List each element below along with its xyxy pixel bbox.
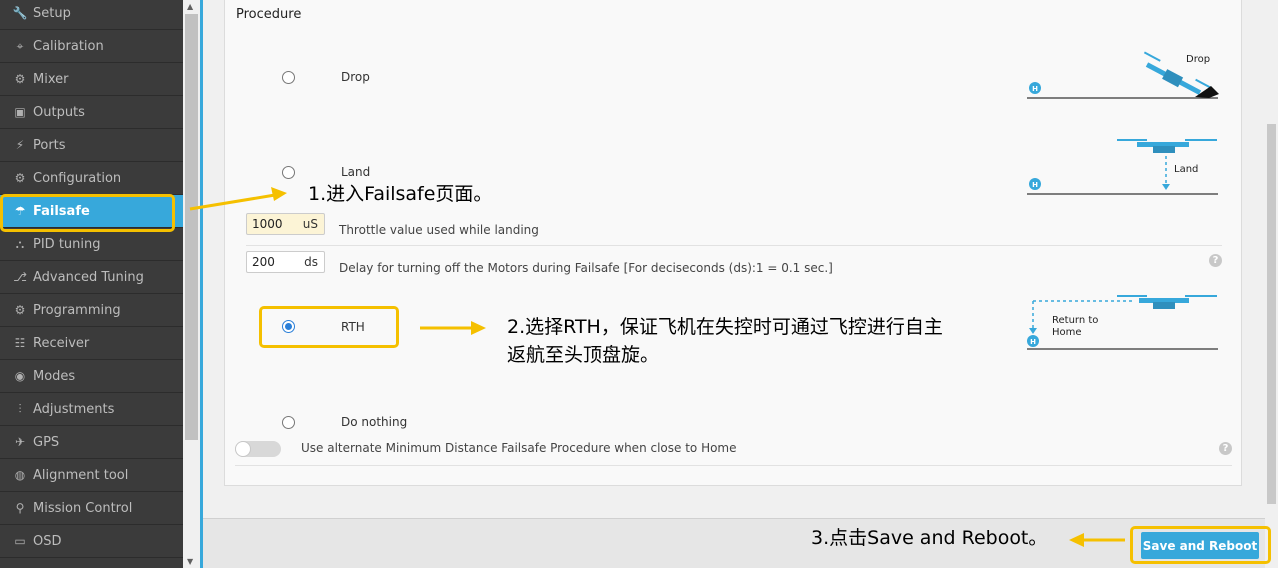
annotation-step3: 3.点击Save and Reboot。: [811, 527, 1048, 549]
sidebar-item-modes[interactable]: ◉ Modes: [0, 360, 183, 393]
sidebar-item-label: Mission Control: [33, 500, 133, 516]
delay-value[interactable]: 200: [247, 255, 298, 269]
outputs-icon: ▣: [14, 105, 26, 119]
sliders-icon: ⫶: [18, 401, 22, 416]
sidebar-item-label: OSD: [33, 533, 62, 549]
drop-illustration: H Drop: [1027, 51, 1219, 99]
annotation-step2-line2: 返航至头顶盘旋。: [507, 344, 660, 366]
delay-value-field[interactable]: 200 ds: [246, 251, 325, 273]
annotation-step2-line1: 2.选择RTH，保证飞机在失控时可通过飞控进行自主: [507, 316, 943, 338]
sidebar-item-gps[interactable]: ✈ GPS: [0, 426, 183, 459]
sidebar-item-pid-tuning[interactable]: ⛬ PID tuning: [0, 228, 183, 261]
sidebar-item-mission-control[interactable]: ⚲ Mission Control: [0, 492, 183, 525]
sidebar-item-label: Adjustments: [33, 401, 115, 417]
satellite-icon: ✈: [14, 435, 26, 449]
sidebar-item-label: Advanced Tuning: [33, 269, 144, 285]
svg-text:H: H: [1032, 85, 1038, 93]
sidebar-item-osd[interactable]: ▭ OSD: [0, 525, 183, 558]
min-distance-label: Use alternate Minimum Distance Failsafe …: [301, 441, 737, 455]
alignment-icon: ◍: [14, 468, 26, 482]
svg-text:H: H: [1032, 181, 1038, 189]
svg-text:Return to: Return to: [1052, 315, 1098, 326]
scroll-up-arrow-icon[interactable]: ▲: [187, 2, 193, 11]
divider: [235, 465, 1232, 466]
annotation-highlight-rth: [259, 306, 399, 348]
svg-text:Land: Land: [1174, 164, 1198, 175]
modes-icon: ◉: [14, 369, 26, 383]
annotation-step1: 1.进入Failsafe页面。: [308, 183, 493, 205]
sidebar-item-label: Outputs: [33, 104, 85, 120]
gear-icon: ⚙: [14, 303, 26, 317]
wrench-icon: 🔧: [12, 6, 28, 20]
throttle-unit: uS: [302, 217, 318, 231]
sidebar-item-advanced-tuning[interactable]: ⎇ Advanced Tuning: [0, 261, 183, 294]
toggle-knob[interactable]: [235, 441, 251, 457]
help-icon[interactable]: ?: [1209, 254, 1222, 267]
sidebar-item-outputs[interactable]: ▣ Outputs: [0, 96, 183, 129]
toolbar-bottom: [203, 518, 1265, 568]
land-illustration: H Land: [1027, 139, 1218, 195]
sidebar-item-label: Ports: [33, 137, 66, 153]
sidebar-item-setup[interactable]: 🔧 Setup: [0, 0, 183, 30]
plug-icon: ⚡: [15, 138, 25, 152]
procedure-land-label: Land: [341, 165, 371, 179]
sidebar-item-label: GPS: [33, 434, 60, 450]
sidebar-item-label: Configuration: [33, 170, 122, 186]
sidebar-item-calibration[interactable]: ⌖ Calibration: [0, 30, 183, 63]
procedure-do-nothing-radio[interactable]: [282, 416, 295, 429]
svg-text:Home: Home: [1052, 327, 1082, 338]
svg-text:Drop: Drop: [1186, 54, 1210, 65]
sidebar-item-receiver[interactable]: ☷ Receiver: [0, 327, 183, 360]
main-scrollbar[interactable]: [1265, 0, 1278, 568]
sidebar-item-ports[interactable]: ⚡ Ports: [0, 129, 183, 162]
advanced-tuning-icon: ⎇: [13, 270, 27, 284]
sidebar-item-label: Calibration: [33, 38, 104, 54]
help-icon[interactable]: ?: [1219, 442, 1232, 455]
sidebar-item-label: Modes: [33, 368, 76, 384]
annotation-highlight-save: [1130, 526, 1271, 564]
main-scroll-thumb[interactable]: [1267, 124, 1276, 504]
annotation-highlight-failsafe: [0, 194, 175, 232]
svg-text:H: H: [1030, 338, 1036, 346]
sidebar-item-label: Mixer: [33, 71, 69, 87]
divider: [246, 245, 1222, 246]
map-pin-icon: ⚲: [15, 501, 25, 515]
sidebar-item-label: PID tuning: [33, 236, 101, 252]
procedure-land-radio[interactable]: [282, 166, 295, 179]
sidebar-scroll-thumb[interactable]: [185, 14, 198, 440]
min-distance-toggle[interactable]: [235, 441, 281, 457]
delay-unit: ds: [304, 255, 318, 269]
throttle-value[interactable]: 1000: [247, 217, 297, 231]
sidebar-item-adjustments[interactable]: ⫶ Adjustments: [0, 393, 183, 426]
sidebar-item-label: Alignment tool: [33, 467, 129, 483]
scroll-down-arrow-icon[interactable]: ▼: [187, 557, 193, 566]
sidebar-nav: 🔧 Setup ⌖ Calibration ⚙ Mixer ▣ Outputs ⚡ Por…: [0, 0, 183, 568]
procedure-title: Procedure: [236, 7, 302, 22]
pid-icon: ⛬: [15, 236, 25, 251]
procedure-drop-radio[interactable]: [282, 71, 295, 84]
delay-description: Delay for turning off the Motors during …: [339, 261, 833, 275]
throttle-value-field[interactable]: 1000 uS: [246, 213, 325, 235]
sidebar-item-configuration[interactable]: ⚙ Configuration: [0, 162, 183, 195]
crosshair-icon: ⌖: [16, 38, 24, 53]
sidebar-item-alignment-tool[interactable]: ◍ Alignment tool: [0, 459, 183, 492]
failsafe-content: Procedure Drop H Drop Land H Land 1000 u…: [203, 0, 1265, 568]
rth-illustration: H Return to Home: [1027, 295, 1218, 350]
gear-icon: ⚙: [14, 171, 26, 185]
throttle-description: Throttle value used while landing: [339, 223, 539, 237]
sidebar-scrollbar[interactable]: ▲ ▼: [183, 0, 200, 568]
sidebar-item-label: Setup: [33, 5, 71, 21]
receiver-icon: ☷: [14, 336, 26, 350]
sidebar-item-programming[interactable]: ⚙ Programming: [0, 294, 183, 327]
sidebar-item-label: Receiver: [33, 335, 90, 351]
sidebar-item-mixer[interactable]: ⚙ Mixer: [0, 63, 183, 96]
sidebar-item-label: Programming: [33, 302, 121, 318]
procedure-panel: Procedure Drop H Drop Land H Land 1000 u…: [224, 0, 1242, 486]
procedure-do-nothing-label: Do nothing: [341, 415, 408, 429]
mixer-icon: ⚙: [14, 72, 26, 86]
osd-icon: ▭: [14, 534, 26, 548]
procedure-drop-label: Drop: [341, 70, 370, 84]
